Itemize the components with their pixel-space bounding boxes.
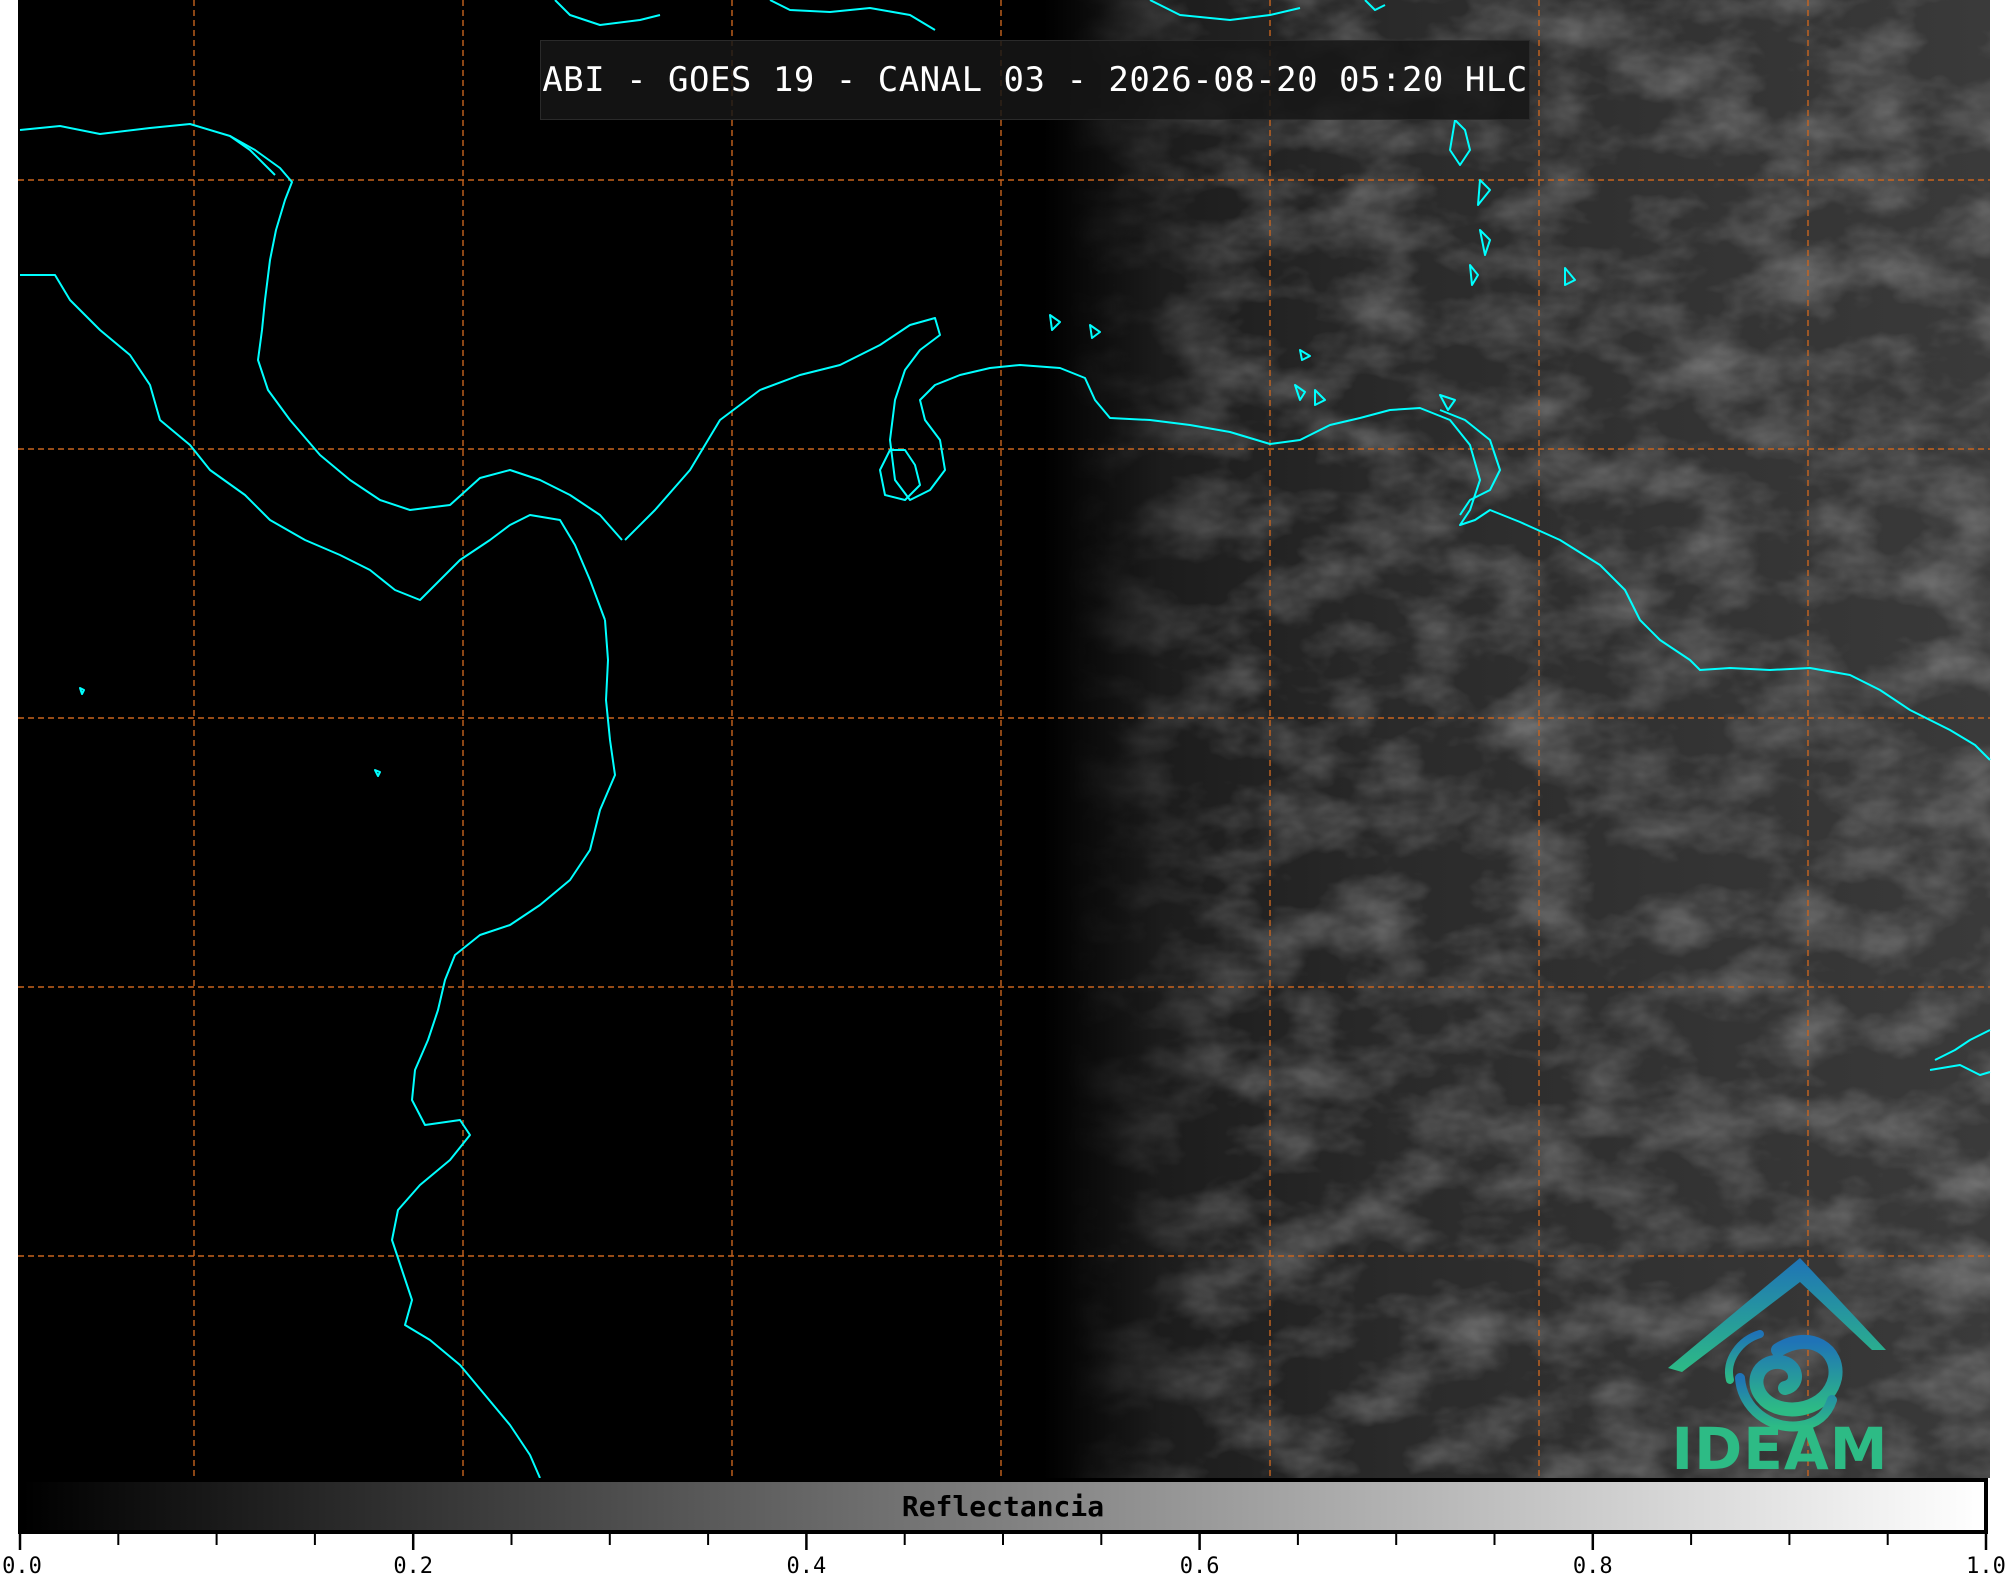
colorbar-ticks bbox=[18, 1534, 1988, 1550]
colorbar-tick-label: 0.8 bbox=[1572, 1554, 1613, 1579]
colorbar-tick-label: 0.6 bbox=[1179, 1554, 1220, 1579]
colorbar-axis: 0.0 0.2 0.4 0.6 0.8 1.0 bbox=[0, 1534, 2011, 1579]
ideam-logo-text: IDEAM bbox=[1671, 1415, 1889, 1483]
image-title: ABI - GOES 19 - CANAL 03 - 2026-08-20 05… bbox=[540, 40, 1530, 120]
satellite-image-viewer: ABI - GOES 19 - CANAL 03 - 2026-08-20 05… bbox=[0, 0, 2011, 1579]
reflectance-colorbar: Reflectancia bbox=[18, 1478, 1988, 1534]
colorbar-tick-label: 0.0 bbox=[2, 1554, 42, 1579]
colorbar-tick-label: 0.4 bbox=[786, 1554, 827, 1579]
colorbar-label: Reflectancia bbox=[901, 1489, 1105, 1523]
image-title-text: ABI - GOES 19 - CANAL 03 - 2026-08-20 05… bbox=[542, 60, 1528, 100]
colorbar-tick-label: 0.2 bbox=[393, 1554, 434, 1579]
colorbar-tick-label: 1.0 bbox=[1966, 1554, 2006, 1579]
